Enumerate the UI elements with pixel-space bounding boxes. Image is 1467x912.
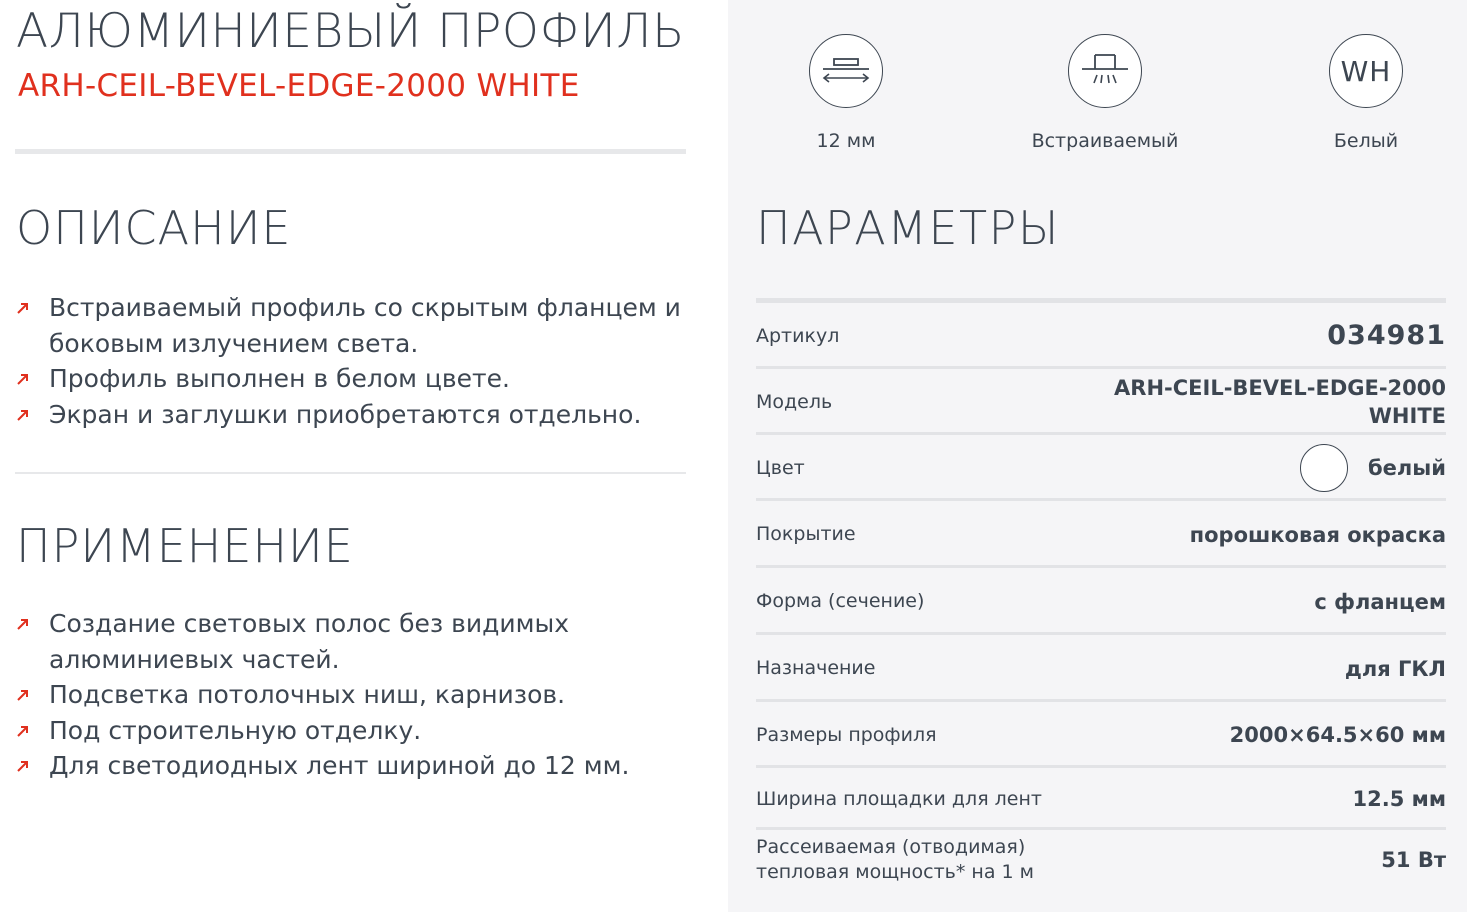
section-divider [15,472,686,474]
page-title: АЛЮМИНИЕВЫЙ ПРОФИЛЬ [16,4,685,59]
param-value: с фланцем [1314,589,1446,614]
param-label: Модель [756,390,833,413]
product-model-subtitle: ARH-CEIL-BEVEL-EDGE-2000 WHITE [18,68,580,104]
param-label: Размеры профиля [756,723,937,746]
list-item-text: Встраиваемый профиль со скрытым фланцем … [49,293,681,358]
left-panel: АЛЮМИНИЕВЫЙ ПРОФИЛЬ ARH-CEIL-BEVEL-EDGE-… [0,0,728,912]
param-value: 51 Вт [1381,848,1446,872]
param-label: Рассеиваемая (отводимая) тепловая мощнос… [756,836,1034,883]
param-row: Рассеиваемая (отводимая) тепловая мощнос… [756,830,1446,890]
feature-color: WH Белый [1266,34,1466,154]
feature-label: Встраиваемый [1031,130,1179,152]
description-title: ОПИСАНИЕ [16,201,292,255]
list-item: Подсветка потолочных ниш, карнизов. [16,677,706,713]
param-row: Форма (сечение) с фланцем [756,568,1446,635]
param-label: Назначение [756,657,876,679]
color-value: белый [1300,444,1446,492]
color-swatch [1300,444,1348,492]
param-row: Модель ARH-CEIL-BEVEL-EDGE-2000 WHITE [756,369,1446,435]
param-value: 2000×64.5×60 мм [1229,723,1446,747]
feature-mount: Встраиваемый [1005,34,1205,154]
list-item-text: Под строительную отделку. [49,715,422,745]
color-badge-text: WH [1340,54,1392,88]
params-title: ПАРАМЕТРЫ [756,201,1060,255]
param-value: белый [1368,456,1446,480]
recessed-light-icon [1068,34,1142,108]
feature-width: 12 мм [746,34,946,154]
param-value: для ГКЛ [1344,656,1446,681]
param-value: 034981 [1327,320,1446,351]
arrow-bullet-icon [17,761,28,772]
param-label: Форма (сечение) [756,590,925,612]
arrow-bullet-icon [17,725,28,737]
list-item-text: Подсветка потолочных ниш, карнизов. [49,680,566,709]
param-label: Покрытие [756,523,856,545]
param-row: Артикул 034981 [756,303,1446,369]
application-list: Создание световых полос без видимых алюм… [16,606,706,784]
list-item: Профиль выполнен в белом цвете. [16,361,706,397]
param-label: Цвет [756,456,805,479]
arrow-bullet-icon [17,409,28,421]
list-item-text: Экран и заглушки приобретаются отдельно. [49,399,642,429]
param-label: Артикул [756,324,840,347]
width-arrows-icon [809,34,883,108]
feature-label: 12 мм [816,130,876,152]
list-item: Создание световых полос без видимых алюм… [16,606,706,677]
param-value: 12.5 мм [1352,787,1446,811]
param-value: ARH-CEIL-BEVEL-EDGE-2000 WHITE [1114,376,1446,428]
header-divider [15,149,686,154]
param-value: порошковая окраска [1189,522,1446,547]
param-row: Ширина площадки для лент 12.5 мм [756,768,1446,830]
param-row: Цвет белый [756,435,1446,501]
arrow-bullet-icon [17,619,28,630]
param-row: Размеры профиля 2000×64.5×60 мм [756,702,1446,768]
arrow-bullet-icon [17,690,28,701]
list-item: Экран и заглушки приобретаются отдельно. [16,397,706,433]
list-item-text: Создание световых полос без видимых алюм… [49,609,570,674]
list-item: Под строительную отделку. [16,713,706,749]
param-label: Ширина площадки для лент [756,787,1042,810]
list-item-text: Профиль выполнен в белом цвете. [49,364,510,393]
list-item-text: Для светодиодных лент шириной до 12 мм. [49,751,630,780]
param-row: Покрытие порошковая окраска [756,501,1446,568]
white-color-icon: WH [1329,34,1403,108]
application-title: ПРИМЕНЕНИЕ [16,519,354,573]
feature-label: Белый [1333,130,1399,152]
list-item: Встраиваемый профиль со скрытым фланцем … [16,290,706,361]
description-list: Встраиваемый профиль со скрытым фланцем … [16,290,706,432]
param-row: Назначение для ГКЛ [756,635,1446,702]
arrow-bullet-icon [17,303,28,314]
arrow-bullet-icon [17,374,28,385]
list-item: Для светодиодных лент шириной до 12 мм. [16,748,706,784]
